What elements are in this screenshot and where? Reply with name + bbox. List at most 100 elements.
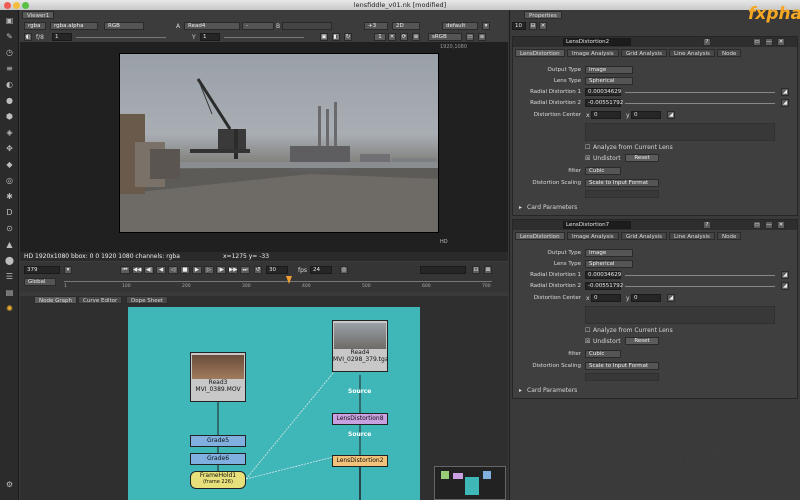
- help-button[interactable]: ?: [703, 38, 711, 46]
- filter-icon[interactable]: ●: [4, 96, 15, 105]
- center-y-field[interactable]: 0: [631, 111, 661, 119]
- node-name-field[interactable]: LensDistortion2: [563, 38, 631, 46]
- filter-dropdown[interactable]: Cubic: [585, 167, 621, 175]
- close-panel-button[interactable]: ✕: [777, 38, 785, 46]
- distortion-scaling-dropdown[interactable]: Scale to Input Format: [585, 179, 659, 187]
- proxy-button[interactable]: ▣: [320, 33, 328, 41]
- color-icon[interactable]: ◐: [4, 80, 15, 89]
- tab-image-analysis[interactable]: Image Analysis: [567, 49, 619, 57]
- analyze-checkbox[interactable]: ☐: [585, 327, 590, 334]
- 3d-icon[interactable]: ◆: [4, 160, 15, 169]
- tab-lensdistortion[interactable]: LensDistortion: [515, 232, 565, 240]
- node-graph-minimap[interactable]: [434, 466, 506, 500]
- analyze-checkbox[interactable]: ☐: [585, 144, 590, 151]
- tab-properties[interactable]: Properties: [524, 11, 562, 19]
- timeline-scrubber[interactable]: [64, 281, 492, 282]
- viewer-options-button[interactable]: ≡: [478, 33, 486, 41]
- undistort-checkbox[interactable]: ☒: [585, 155, 590, 162]
- last-frame-button[interactable]: ⏭: [240, 266, 250, 274]
- time-icon[interactable]: ◷: [4, 48, 15, 57]
- tab-line-analysis[interactable]: Line Analysis: [669, 49, 715, 57]
- frame-field[interactable]: 379: [24, 266, 60, 274]
- input-a-dropdown[interactable]: Read4: [184, 22, 240, 30]
- refresh-button[interactable]: ↻: [344, 33, 352, 41]
- next-frame-button[interactable]: ▷: [204, 266, 214, 274]
- card-expand-icon[interactable]: ▸: [519, 204, 522, 211]
- viewer-settings-button[interactable]: ▾: [482, 22, 490, 30]
- next-keyframe-button[interactable]: ▶▶: [228, 266, 238, 274]
- distortion-scaling-dropdown[interactable]: Scale to Input Format: [585, 362, 659, 370]
- merge-icon[interactable]: ◈: [4, 128, 15, 137]
- node-name-field[interactable]: LensDistortion7: [563, 221, 631, 229]
- grade6-node[interactable]: Grade6: [190, 453, 246, 465]
- input-b-dropdown[interactable]: -: [242, 22, 274, 30]
- pause-button[interactable]: ✕: [388, 33, 396, 41]
- lensdistortion8-node[interactable]: LensDistortion8: [332, 413, 388, 425]
- radial-distortion-1-slider[interactable]: [625, 275, 775, 276]
- tab-dope-sheet[interactable]: Dope Sheet: [126, 296, 169, 304]
- radial-distortion-2-field[interactable]: -0.00551792: [585, 99, 623, 107]
- lut-dropdown[interactable]: default: [442, 22, 478, 30]
- views-icon[interactable]: ◎: [4, 176, 15, 185]
- framehold-node[interactable]: FrameHold1 (frame 226): [190, 471, 246, 489]
- animation-button[interactable]: ◢: [781, 99, 789, 107]
- ofx-icon[interactable]: ▤: [4, 288, 15, 297]
- tab-grid-analysis[interactable]: Grid Analysis: [621, 232, 667, 240]
- zoom-dropdown[interactable]: +3: [364, 22, 388, 30]
- center-x-field[interactable]: 0: [591, 111, 621, 119]
- read3-node[interactable]: Read3 MVI_0389.MOV: [190, 352, 246, 402]
- animation-button[interactable]: ◢: [781, 282, 789, 290]
- grade5-node[interactable]: Grade5: [190, 435, 246, 447]
- prev-keyframe-button[interactable]: ◀◀: [132, 266, 142, 274]
- read4-node[interactable]: Read4 MVI_0298_379.tga: [332, 320, 389, 372]
- radial-distortion-2-slider[interactable]: [625, 286, 775, 287]
- minimize-panel-button[interactable]: —: [765, 38, 773, 46]
- output-type-dropdown[interactable]: Image: [585, 66, 633, 74]
- lock-panels-button[interactable]: ⊟: [529, 22, 537, 30]
- frame-dropdown-button[interactable]: ▾: [64, 266, 72, 274]
- animation-button[interactable]: ◢: [667, 294, 675, 302]
- tab-node-graph[interactable]: Node Graph: [34, 296, 77, 304]
- card-parameters-label[interactable]: Card Parameters: [527, 204, 577, 211]
- transform-icon[interactable]: ✥: [4, 144, 15, 153]
- output-type-dropdown[interactable]: Image: [585, 249, 633, 257]
- lock-button[interactable]: ⊕: [412, 33, 420, 41]
- prev-increment-button[interactable]: ◀|: [144, 266, 154, 274]
- read-icon[interactable]: ▣: [4, 16, 15, 25]
- prev-frame-button[interactable]: ◀: [156, 266, 166, 274]
- channel-icon[interactable]: ≡: [4, 64, 15, 73]
- toolsets-icon[interactable]: ▲: [4, 240, 15, 249]
- reset-button[interactable]: Reset: [625, 337, 659, 345]
- roi-button[interactable]: ◧: [332, 33, 340, 41]
- lensdistortion2-node[interactable]: LensDistortion2: [332, 455, 388, 467]
- reset-button[interactable]: Reset: [625, 154, 659, 162]
- gain-slider[interactable]: [76, 37, 166, 38]
- tab-lensdistortion[interactable]: LensDistortion: [515, 49, 565, 57]
- play-forward-button[interactable]: ▶: [192, 266, 202, 274]
- fps-dropdown-button[interactable]: ◎: [340, 266, 348, 274]
- card-parameters-label[interactable]: Card Parameters: [527, 387, 577, 394]
- close-panel-button[interactable]: ✕: [777, 221, 785, 229]
- other-icon[interactable]: ⬤: [4, 256, 15, 265]
- filter-dropdown[interactable]: Cubic: [585, 350, 621, 358]
- monitor-button[interactable]: ▭: [466, 33, 474, 41]
- viewer-canvas[interactable]: 1920,1080 HD: [20, 42, 508, 252]
- float-panel-button[interactable]: ▭: [753, 38, 761, 46]
- max-panels-field[interactable]: 10: [512, 22, 526, 30]
- radial-distortion-1-slider[interactable]: [625, 92, 775, 93]
- undistort-checkbox[interactable]: ☒: [585, 338, 590, 345]
- playback-mode-button[interactable]: ↺: [254, 266, 262, 274]
- center-y-field[interactable]: 0: [631, 294, 661, 302]
- radial-distortion-1-field[interactable]: 0.00034629: [585, 271, 621, 279]
- frame-range-dropdown[interactable]: Global: [24, 278, 56, 286]
- layer-dropdown[interactable]: rgba.alpha: [50, 22, 98, 30]
- radial-distortion-2-slider[interactable]: [625, 103, 775, 104]
- plugins-icon[interactable]: ☰: [4, 272, 15, 281]
- animation-button[interactable]: ◢: [781, 271, 789, 279]
- minimize-panel-button[interactable]: —: [765, 221, 773, 229]
- full-res-button[interactable]: 1: [374, 33, 386, 41]
- next-increment-button[interactable]: |▶: [216, 266, 226, 274]
- input-process-dropdown[interactable]: sRGB: [428, 33, 462, 41]
- gamma-field[interactable]: 1: [200, 33, 220, 41]
- particles-icon[interactable]: ⊙: [4, 224, 15, 233]
